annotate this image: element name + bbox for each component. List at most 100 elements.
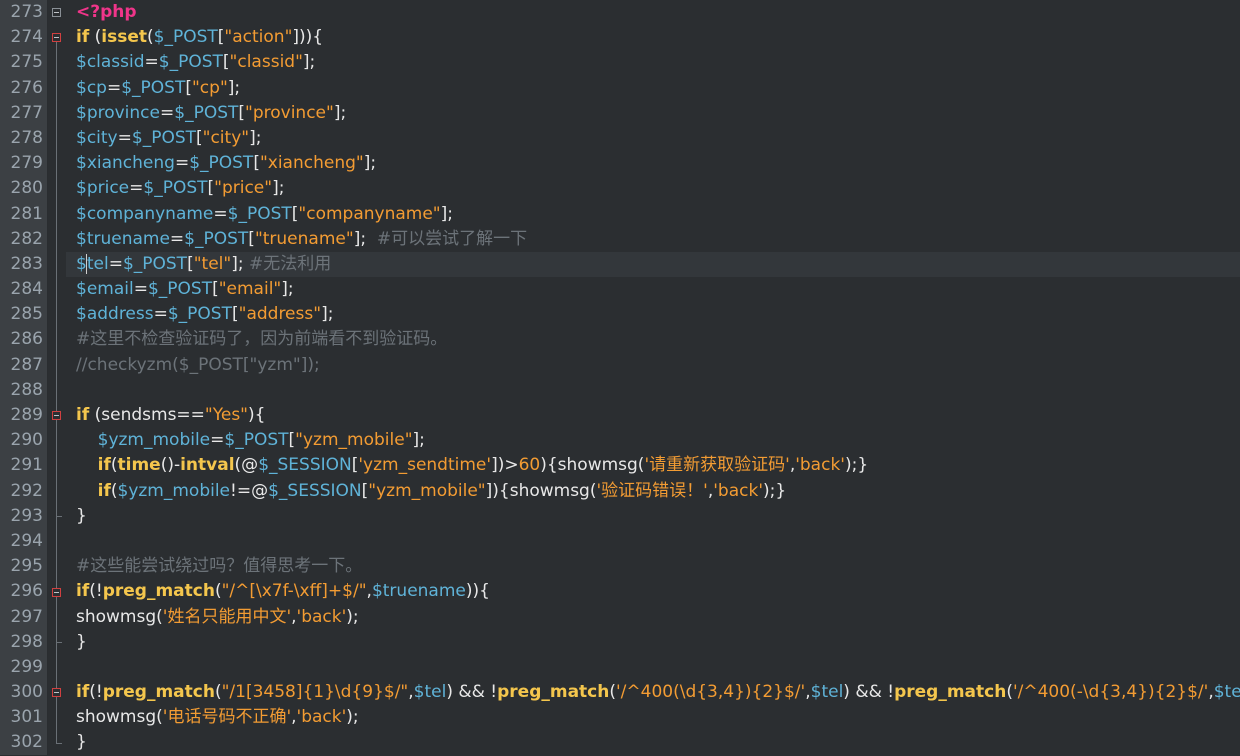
code-token: $_POST (158, 52, 223, 73)
code-token: ( (110, 480, 118, 501)
code-token: 'yzm_sendtime' (358, 455, 492, 476)
code-token: ]; (440, 203, 453, 224)
code-token: $cp (76, 77, 107, 98)
code-token: $_POST (121, 77, 186, 98)
code-token: $province (76, 102, 160, 123)
code-token: ( (609, 682, 616, 703)
code-token: ]; (281, 279, 294, 300)
code-token: $companyname (76, 203, 214, 224)
code-line[interactable]: showmsg('姓名只能用中文','back'); (66, 605, 1240, 630)
code-token: ])> (491, 455, 519, 476)
code-line[interactable]: $yzm_mobile=$_POST["yzm_mobile"]; (66, 428, 1240, 453)
code-token: $_POST (224, 430, 289, 451)
code-line[interactable]: $xiancheng=$_POST["xiancheng"]; (66, 151, 1240, 176)
line-number: 293 (10, 505, 43, 526)
code-line[interactable]: $price=$_POST["price"]; (66, 176, 1240, 201)
code-token: 60 (518, 455, 541, 476)
code-token: $xiancheng (76, 153, 175, 174)
code-line[interactable]: } (66, 730, 1240, 755)
code-token: ]; (272, 178, 285, 199)
code-line[interactable] (66, 529, 1240, 554)
code-token: ){ (248, 405, 266, 425)
code-token: 'back' (296, 707, 347, 728)
code-line[interactable]: $province=$_POST["province"]; (66, 101, 1240, 126)
code-line[interactable]: $cp=$_POST["cp"]; (66, 76, 1240, 101)
code-token: [ (187, 253, 194, 274)
line-number: 282 (10, 228, 43, 249)
code-line[interactable]: } (66, 504, 1240, 529)
fold-guide-line (56, 596, 57, 642)
code-token: "yzm_mobile" (295, 430, 413, 451)
code-line[interactable]: $classid=$_POST["classid"]; (66, 50, 1240, 75)
code-line[interactable] (66, 378, 1240, 403)
code-token: #这些能尝试绕过吗？值得思考一下。 (76, 556, 363, 577)
fold-margin[interactable] (48, 0, 66, 755)
code-token: "city" (202, 127, 250, 148)
code-line[interactable]: #这些能尝试绕过吗？值得思考一下。 (66, 554, 1240, 579)
code-token: intval (180, 455, 235, 476)
fold-toggle-icon[interactable] (52, 587, 61, 597)
code-line[interactable]: $companyname=$_POST["companyname"]; (66, 202, 1240, 227)
code-token: preg_match (894, 682, 1007, 703)
fold-toggle-icon[interactable] (52, 411, 61, 421)
text-cursor (86, 253, 88, 274)
code-line[interactable]: $address=$_POST["address"]; (66, 302, 1240, 327)
code-token: $yzm_mobile (117, 480, 231, 501)
code-token: if (76, 405, 90, 425)
code-token: ]){showmsg( (485, 480, 597, 501)
line-number: 300 (10, 682, 43, 703)
code-token: ( (147, 27, 154, 48)
code-line[interactable]: if(time()-intval(@$_SESSION['yzm_sendtim… (66, 453, 1240, 478)
code-line[interactable]: $truename=$_POST["truename"]; #可以尝试了解一下 (66, 227, 1240, 252)
code-token: ]; (321, 304, 334, 325)
code-line[interactable]: if($yzm_mobile!=@$_SESSION["yzm_mobile"]… (66, 479, 1240, 504)
code-area[interactable]: <?php if (isset($_POST["action"])){$class… (66, 0, 1240, 755)
code-line[interactable]: #这里不检查验证码了，因为前端看不到验证码。 (66, 327, 1240, 352)
code-line[interactable]: if (isset($_POST["action"])){ (66, 25, 1240, 50)
code-line[interactable]: $city=$_POST["city"]; (66, 126, 1240, 151)
code-token: !=@ (230, 480, 269, 501)
fold-toggle-icon[interactable] (52, 33, 61, 43)
line-number: 297 (10, 606, 43, 627)
code-line[interactable]: if (sendsms=="Yes"){ (66, 403, 1240, 428)
line-number: 281 (10, 203, 43, 224)
code-token: preg_match (102, 682, 215, 703)
line-number: 289 (10, 405, 43, 425)
code-token: (sendsms== (89, 405, 205, 425)
line-number: 299 (10, 656, 43, 677)
line-number: 302 (10, 732, 43, 753)
line-number: 287 (10, 354, 43, 375)
code-token: //checkyzm($_POST["yzm"]); (76, 354, 320, 375)
line-number: 290 (10, 430, 43, 451)
code-token: $_POST (122, 253, 188, 274)
current-code-line[interactable]: $tel=$_POST["tel"]; #无法利用 (66, 251, 1240, 278)
code-line[interactable]: if(!preg_match("/1[3458]{1}\d{9}$/",$tel… (66, 680, 1240, 705)
code-token: ); (346, 707, 359, 728)
code-line[interactable]: } (66, 630, 1240, 655)
code-token: (! (89, 682, 103, 703)
fold-toggle-icon[interactable] (52, 8, 61, 17)
code-token: $_POST (189, 153, 254, 174)
code-line[interactable] (66, 655, 1240, 680)
code-token: ( (110, 455, 118, 476)
code-token: ]; (353, 228, 377, 249)
code-line[interactable]: <?php (66, 0, 1240, 25)
fold-end-marker (56, 642, 62, 643)
code-line[interactable]: if(!preg_match("/^[\x7f-\xff]+$/",$truen… (66, 579, 1240, 604)
code-token: } (76, 732, 87, 753)
code-token: '/^400(\d{3,4}){2}$/' (616, 682, 806, 703)
code-line[interactable]: $email=$_POST["email"]; (66, 277, 1240, 302)
code-token: = (129, 178, 144, 199)
code-token: showmsg( (76, 606, 163, 627)
line-number: 277 (10, 102, 43, 123)
code-line[interactable]: //checkyzm($_POST["yzm"]); (66, 353, 1240, 378)
code-editor[interactable]: 273 274 275 276 277 278 279 280 281 282 283 284 285 2… (0, 0, 1240, 755)
code-line[interactable]: showmsg('电话号码不正确','back'); (66, 705, 1240, 730)
line-number: 280 (10, 178, 43, 199)
code-token: preg_match (102, 581, 215, 602)
fold-toggle-icon[interactable] (52, 688, 61, 698)
code-token: ) && ! (446, 682, 498, 703)
code-token: "action" (224, 27, 293, 48)
